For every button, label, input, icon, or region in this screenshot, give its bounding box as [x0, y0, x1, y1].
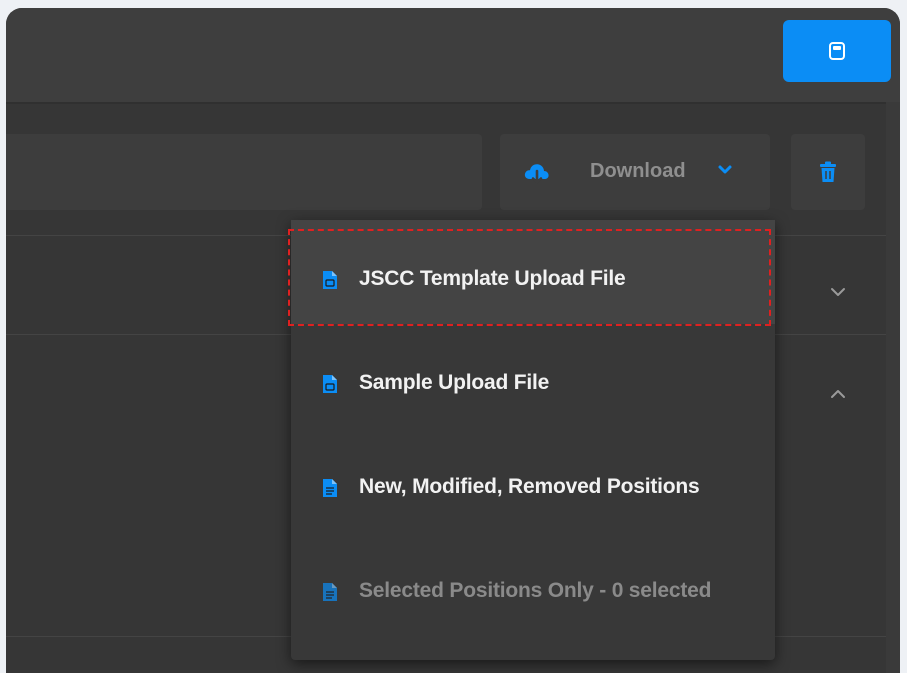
menu-item-label: Selected Positions Only - 0 selected: [359, 579, 712, 602]
menu-item-label: Sample Upload File: [359, 371, 550, 394]
cloud-download-icon: [524, 164, 549, 184]
download-label: Download: [590, 160, 686, 182]
document-icon: [323, 583, 337, 601]
trash-icon: [820, 161, 836, 182]
search-input[interactable]: [6, 134, 482, 210]
menu-item-jscc-template[interactable]: JSCC Template Upload File: [288, 220, 775, 326]
download-dropdown-menu: JSCC Template Upload File Sample Upload …: [288, 220, 775, 660]
download-button[interactable]: Download: [500, 134, 770, 210]
chevron-up-icon: [831, 390, 845, 398]
menu-item-label: JSCC Template Upload File: [359, 267, 626, 290]
app-window: Download JSCC Template Upload File Sampl…: [6, 8, 900, 673]
calculator-button[interactable]: [783, 20, 891, 82]
menu-item-label: New, Modified, Removed Positions: [359, 475, 700, 498]
row-collapse-toggle[interactable]: [824, 380, 852, 408]
chevron-down-icon: [718, 165, 732, 174]
chevron-down-icon: [831, 288, 845, 296]
menu-item-new-modified-removed[interactable]: New, Modified, Removed Positions: [291, 428, 775, 532]
header-bar: [6, 8, 900, 102]
document-icon: [323, 271, 337, 289]
row-expand-toggle[interactable]: [824, 278, 852, 306]
menu-item-sample-upload[interactable]: Sample Upload File: [291, 324, 775, 428]
document-icon: [323, 375, 337, 393]
menu-item-selected-positions[interactable]: Selected Positions Only - 0 selected: [291, 532, 775, 636]
calculator-icon: [829, 42, 845, 60]
delete-button[interactable]: [791, 134, 865, 210]
document-icon: [323, 479, 337, 497]
